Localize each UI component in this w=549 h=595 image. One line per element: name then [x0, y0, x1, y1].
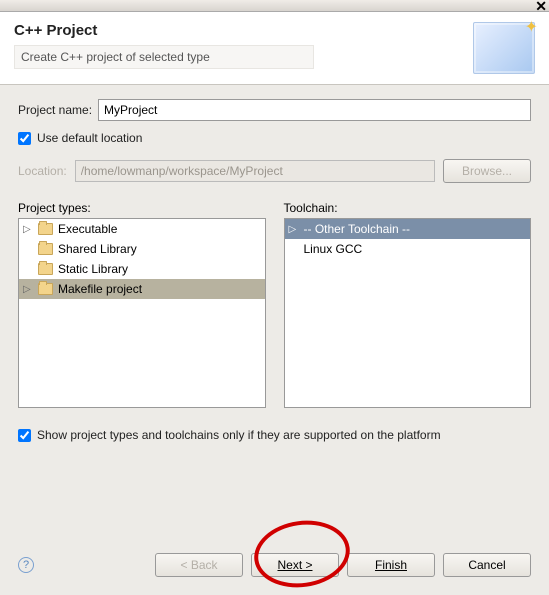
toolchain-label: Toolchain: [284, 201, 532, 215]
tree-item-label: Makefile project [58, 282, 142, 296]
dialog-footer: ? < Back Next > Finish Cancel [0, 541, 549, 595]
show-supported-row: Show project types and toolchains only i… [18, 428, 531, 442]
project-name-row: Project name: [18, 99, 531, 121]
use-default-label: Use default location [37, 131, 142, 145]
tree-item-static-library[interactable]: Static Library [19, 259, 265, 279]
show-supported-label: Show project types and toolchains only i… [37, 428, 441, 442]
list-item-label: -- Other Toolchain -- [304, 222, 410, 236]
project-types-listbox[interactable]: ▷ Executable Shared Library Static Libra… [18, 218, 266, 408]
tree-item-label: Shared Library [58, 242, 137, 256]
close-icon[interactable]: ✕ [535, 0, 547, 15]
folder-icon [38, 223, 53, 235]
wizard-banner-icon: ✦ [473, 22, 535, 74]
toolchain-listbox[interactable]: ▷ -- Other Toolchain -- Linux GCC [284, 218, 532, 408]
project-name-input[interactable] [98, 99, 531, 121]
toolchain-column: Toolchain: ▷ -- Other Toolchain -- Linux… [284, 201, 532, 408]
tree-item-label: Static Library [58, 262, 128, 276]
project-name-label: Project name: [18, 103, 92, 117]
header-subtitle: Create C++ project of selected type [14, 45, 314, 69]
back-button: < Back [155, 553, 243, 577]
project-types-label: Project types: [18, 201, 266, 215]
list-item-label: Linux GCC [304, 242, 363, 256]
lists-row: Project types: ▷ Executable Shared Libra… [18, 201, 531, 408]
folder-icon [38, 283, 53, 295]
location-label: Location: [18, 164, 67, 178]
dialog-header: C++ Project Create C++ project of select… [0, 12, 549, 85]
tree-item-label: Executable [58, 222, 117, 236]
tree-item-executable[interactable]: ▷ Executable [19, 219, 265, 239]
next-button[interactable]: Next > [251, 553, 339, 577]
finish-button[interactable]: Finish [347, 553, 435, 577]
show-supported-checkbox[interactable] [18, 429, 31, 442]
titlebar: ✕ [0, 0, 549, 12]
sparkle-icon: ✦ [525, 17, 538, 37]
header-title: C++ Project [14, 22, 463, 39]
dialog-body: Project name: Use default location Locat… [0, 85, 549, 541]
folder-icon [38, 263, 53, 275]
expander-icon[interactable]: ▷ [23, 284, 33, 295]
list-item-linux-gcc[interactable]: Linux GCC [285, 239, 531, 259]
project-types-column: Project types: ▷ Executable Shared Libra… [18, 201, 266, 408]
list-item-other-toolchain[interactable]: ▷ -- Other Toolchain -- [285, 219, 531, 239]
browse-button: Browse... [443, 159, 531, 183]
folder-icon [38, 243, 53, 255]
use-default-checkbox[interactable] [18, 132, 31, 145]
use-default-row: Use default location [18, 131, 531, 145]
cancel-button[interactable]: Cancel [443, 553, 531, 577]
tree-item-shared-library[interactable]: Shared Library [19, 239, 265, 259]
tree-item-makefile-project[interactable]: ▷ Makefile project [19, 279, 265, 299]
cpp-project-dialog: ✕ C++ Project Create C++ project of sele… [0, 0, 549, 595]
location-row: Location: Browse... [18, 159, 531, 183]
expander-icon[interactable]: ▷ [23, 224, 33, 235]
selection-indicator-icon: ▷ [289, 224, 299, 235]
location-input [75, 160, 435, 182]
help-icon[interactable]: ? [18, 557, 34, 573]
